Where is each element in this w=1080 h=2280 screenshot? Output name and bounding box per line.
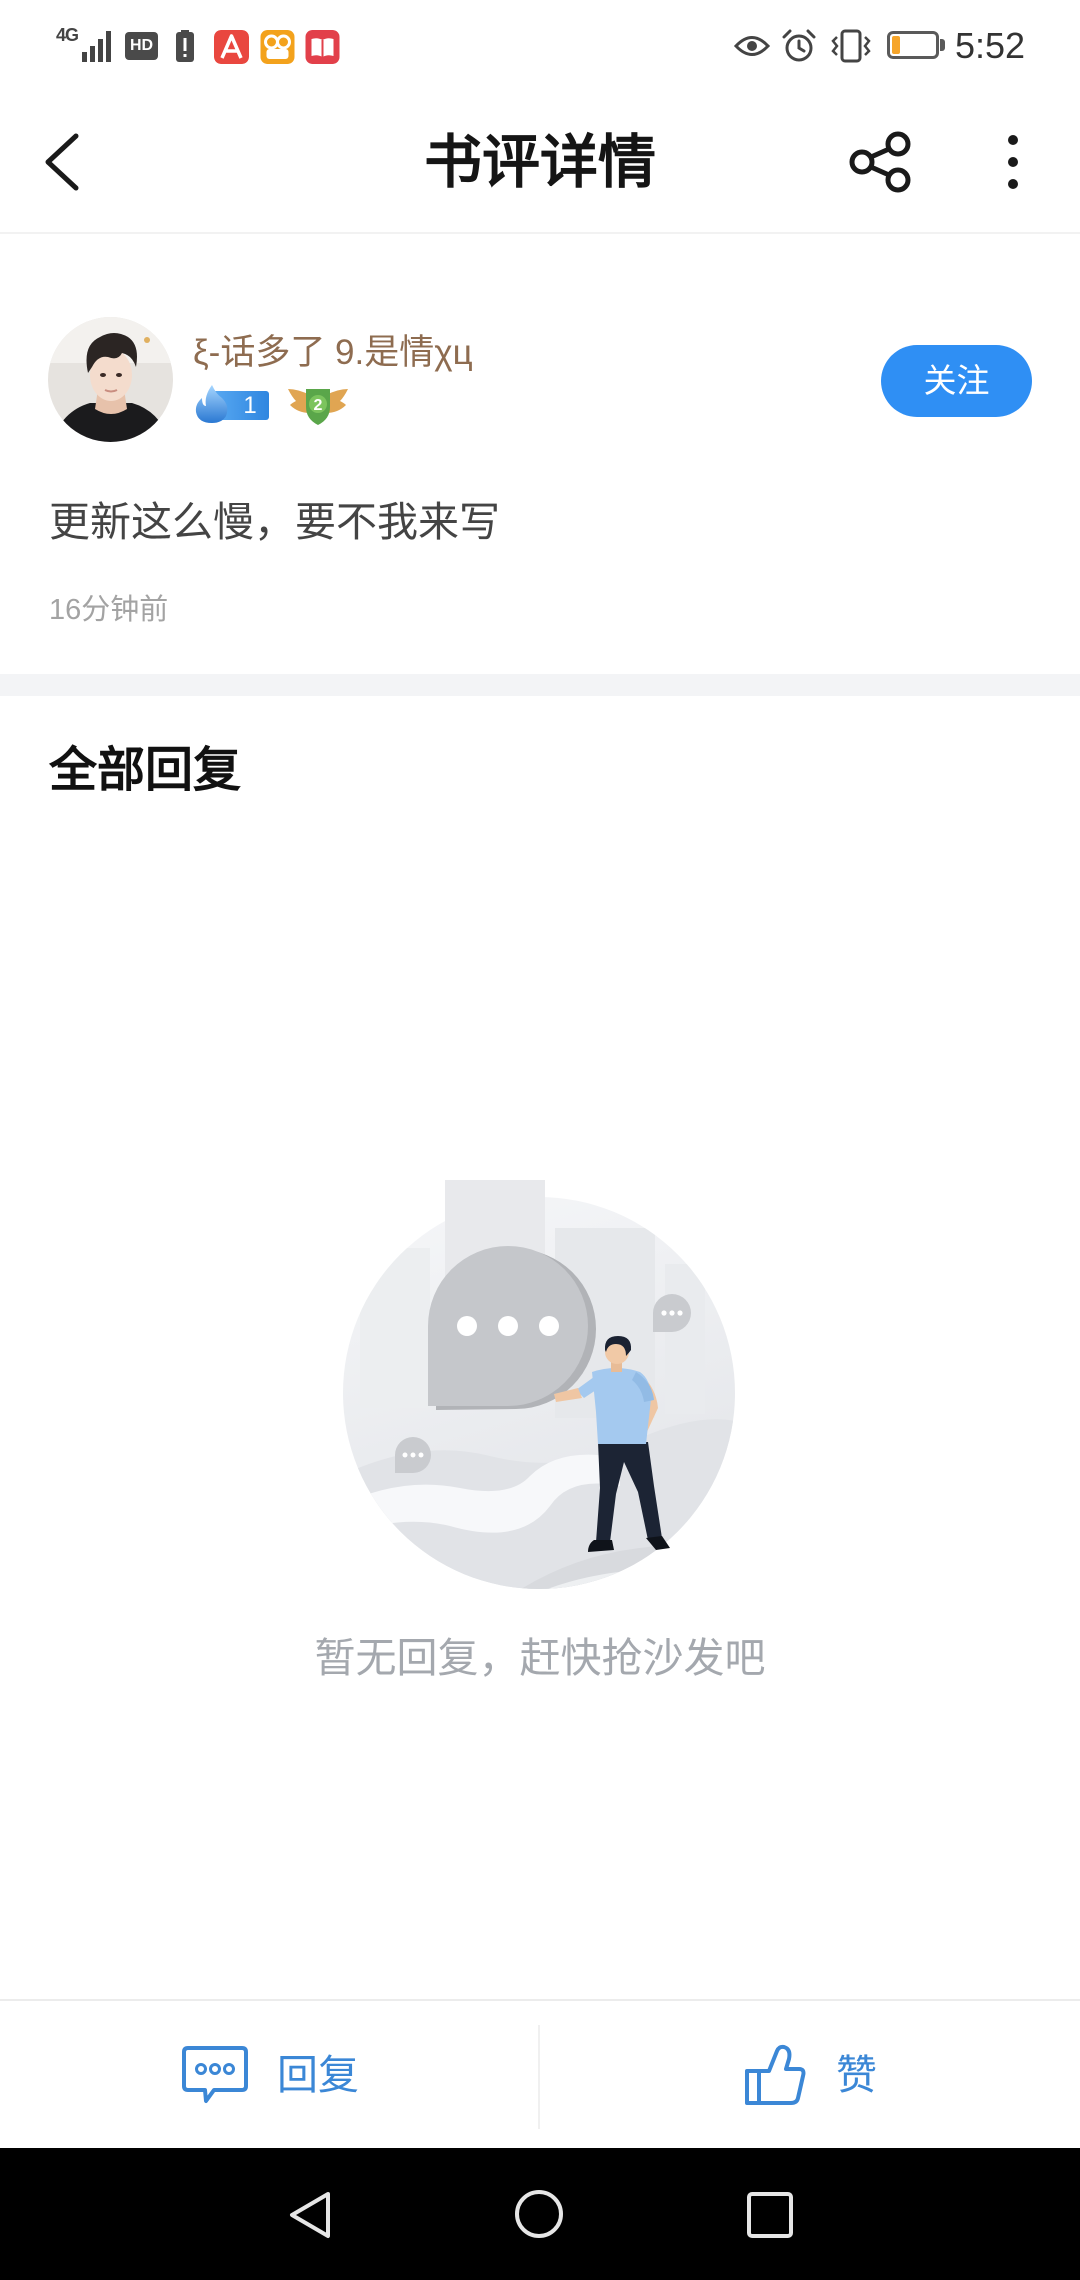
- like-label: 赞: [836, 2051, 877, 2098]
- page-title: 书评详情: [423, 128, 656, 196]
- battery-icon: [887, 31, 939, 59]
- small-speech-bubble-icon: [395, 1437, 431, 1473]
- review-timestamp: 16分钟前: [49, 594, 169, 626]
- more-icon[interactable]: [1004, 132, 1022, 192]
- fan-level-number: 1: [243, 392, 256, 419]
- signal-icon: [82, 31, 111, 62]
- vibrate-icon: [831, 29, 871, 63]
- bottom-action-bar: 回复 赞: [0, 1999, 1080, 2148]
- reply-label: 回复: [277, 2051, 359, 2098]
- hd-icon: HD: [125, 32, 158, 60]
- winged-shield-badge: 2: [288, 389, 348, 425]
- badge-level-number: 2: [314, 397, 323, 414]
- nav-recents-icon[interactable]: [746, 2191, 794, 2239]
- status-bar: 4G HD 5:52: [0, 0, 1080, 90]
- username[interactable]: ξ-话多了 9.是情χц: [193, 331, 473, 375]
- app-book-icon: [305, 30, 340, 64]
- thumbs-up-icon: [745, 2044, 806, 2105]
- follow-button[interactable]: 关注: [881, 345, 1032, 417]
- share-icon[interactable]: [848, 130, 914, 194]
- battery-alert-icon: [176, 30, 194, 62]
- reply-button[interactable]: 回复: [0, 2001, 539, 2148]
- replies-section-title: 全部回复: [49, 742, 242, 798]
- eye-icon: [734, 36, 770, 56]
- system-navigation-bar: [0, 2148, 1080, 2280]
- small-speech-bubble-icon: [653, 1294, 691, 1332]
- nav-back-icon[interactable]: [286, 2190, 334, 2240]
- alarm-icon: [782, 29, 816, 62]
- header-divider: [0, 232, 1080, 234]
- screen: 4G HD 5:52 书评详情 ξ-话多了 9.是情χц 1 2 关注 更新这么…: [0, 0, 1080, 2280]
- clock: 5:52: [955, 25, 1026, 66]
- section-separator: [0, 674, 1080, 696]
- app-a-icon: [214, 30, 249, 64]
- nav-home-icon[interactable]: [513, 2188, 565, 2240]
- empty-replies-illustration: [343, 1180, 735, 1589]
- comment-icon: [182, 2045, 248, 2103]
- empty-replies-message: 暂无回复，赶快抢沙发吧: [314, 1635, 766, 1681]
- battery-nub: [940, 39, 945, 51]
- fan-level-badge: 1: [195, 385, 269, 423]
- network-label: 4G: [56, 25, 79, 45]
- review-content: 更新这么慢，要不我来写: [49, 499, 500, 545]
- app-orange-icon: [260, 30, 295, 64]
- like-button[interactable]: 赞: [540, 2001, 1080, 2148]
- flame-icon: [195, 385, 228, 423]
- battery-fill: [892, 36, 901, 54]
- avatar[interactable]: [48, 317, 173, 442]
